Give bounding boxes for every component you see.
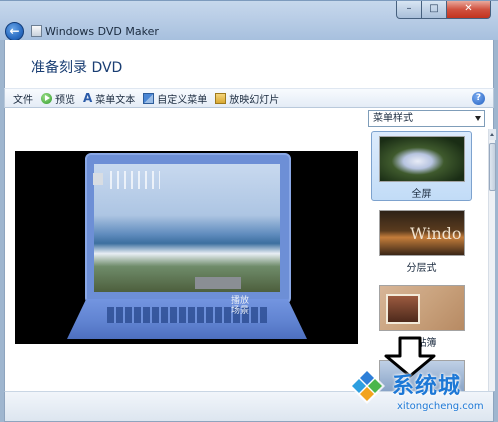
window-controls: – □ ✕ [396, 1, 491, 19]
style-thumbnail [378, 136, 465, 182]
play-icon [41, 92, 52, 104]
customize-menu-icon [143, 92, 155, 104]
slideshow-icon [215, 92, 227, 104]
style-item-layered[interactable]: Windo 分层式 [371, 206, 472, 276]
title-bar: ← Windows DVD Maker – □ ✕ [0, 0, 498, 41]
back-button[interactable]: ← [5, 22, 24, 41]
customize-menu-label: 自定义菜单 [157, 94, 208, 106]
watermark-brand: 系统城 [392, 374, 462, 399]
maximize-button[interactable]: □ [422, 1, 447, 19]
watermark-logo-icon [349, 368, 385, 404]
menu-text-button[interactable]: A 菜单文本 [83, 91, 135, 106]
file-menu[interactable]: 文件 [13, 91, 33, 106]
watermark-url: xitongcheng.com [397, 401, 484, 412]
chevron-down-icon [475, 116, 481, 121]
menu-preview: 播放 场景 [15, 151, 358, 344]
close-button[interactable]: ✕ [447, 1, 491, 19]
style-thumbnail: Windo [378, 210, 465, 256]
minimize-button[interactable]: – [396, 1, 422, 19]
slideshow-label: 放映幻灯片 [229, 94, 280, 106]
slideshow-button[interactable]: 放映幻灯片 [215, 91, 279, 106]
style-thumbnail [378, 285, 465, 331]
text-a-icon: A [83, 90, 93, 105]
menu-title-placeholder [93, 173, 103, 185]
preview-label: 预览 [55, 94, 75, 106]
scenes-caption: 播放 场景 [231, 296, 250, 316]
preview-button[interactable]: 预览 [41, 91, 75, 106]
style-label: 分层式 [406, 263, 437, 274]
menu-style-dropdown[interactable]: 菜单样式 [368, 110, 485, 127]
scroll-thumb[interactable] [489, 143, 496, 191]
menu-title-dots [110, 171, 160, 189]
help-icon[interactable]: ? [472, 92, 485, 105]
style-item-fullscreen[interactable]: 全屏 [371, 131, 472, 201]
file-menu-label: 文件 [13, 94, 33, 106]
customize-menu-button[interactable]: 自定义菜单 [143, 91, 207, 106]
menu-button-placeholder [195, 277, 241, 289]
app-icon [31, 25, 42, 37]
toolbar: 文件 预览 A 菜单文本 自定义菜单 放映幻灯片 ? [4, 88, 494, 108]
page-title: 准备刻录 DVD [31, 60, 123, 76]
menu-style-label: 菜单样式 [373, 113, 413, 124]
window-title: Windows DVD Maker [45, 25, 159, 38]
menu-text-label: 菜单文本 [95, 94, 136, 106]
page-header: 准备刻录 DVD [4, 40, 494, 88]
scroll-up-arrow-icon[interactable] [489, 129, 496, 140]
style-label: 全屏 [411, 189, 432, 200]
style-list-scrollbar[interactable] [488, 129, 496, 391]
